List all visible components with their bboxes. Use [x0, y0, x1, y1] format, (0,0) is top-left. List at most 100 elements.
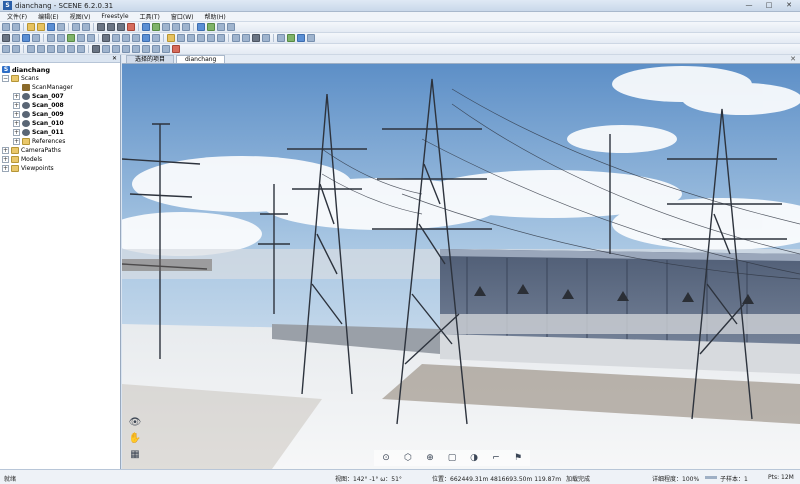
help-icon[interactable]	[197, 23, 205, 31]
refresh-icon[interactable]	[12, 45, 20, 53]
detail-slider[interactable]	[705, 476, 717, 479]
snap-icon[interactable]	[77, 45, 85, 53]
tree-item-scanmanager[interactable]: ScanManager	[2, 83, 120, 92]
list-view-icon[interactable]	[252, 34, 260, 42]
expand-icon[interactable]: +	[13, 93, 20, 100]
correspondence-view-icon[interactable]	[32, 34, 40, 42]
redo-icon[interactable]	[82, 23, 90, 31]
save-icon[interactable]	[47, 23, 55, 31]
orbit-icon[interactable]: ⊙	[378, 451, 394, 465]
group-icon[interactable]	[102, 45, 110, 53]
grid-toggle-icon[interactable]	[232, 34, 240, 42]
properties-icon[interactable]	[182, 23, 190, 31]
expand-icon[interactable]: +	[2, 156, 9, 163]
menu-view[interactable]: 视图(V)	[67, 12, 99, 21]
scale-icon[interactable]	[47, 45, 55, 53]
screenshot-icon[interactable]	[187, 34, 195, 42]
pick-point-icon[interactable]	[57, 34, 65, 42]
grid-icon[interactable]: ▦	[126, 448, 144, 461]
tree-item-scan-011[interactable]: + Scan_011	[2, 128, 120, 137]
tree-item-scan-008[interactable]: + Scan_008	[2, 101, 120, 110]
colorize-icon[interactable]	[172, 23, 180, 31]
layout-icon[interactable]	[217, 23, 225, 31]
info-icon[interactable]	[2, 45, 10, 53]
close-button[interactable]: ✕	[782, 1, 796, 10]
new-project-icon[interactable]	[27, 23, 35, 31]
pen-icon[interactable]	[277, 34, 285, 42]
collapse-icon[interactable]: −	[2, 75, 9, 82]
tree-item-scan-009[interactable]: + Scan_009	[2, 110, 120, 119]
tree-item-workspace[interactable]: S dianchang	[2, 65, 120, 74]
menu-help[interactable]: 帮助(H)	[202, 12, 234, 21]
forward-icon[interactable]	[12, 23, 20, 31]
flag-icon[interactable]: ⚑	[510, 451, 526, 465]
paste-icon[interactable]	[117, 23, 125, 31]
menu-file[interactable]: 文件(F)	[4, 12, 35, 21]
expand-icon[interactable]: +	[13, 129, 20, 136]
unlock-icon[interactable]	[132, 45, 140, 53]
expand-icon[interactable]: +	[2, 165, 9, 172]
copy-icon[interactable]	[107, 23, 115, 31]
menu-window[interactable]: 窗口(W)	[168, 12, 202, 21]
measure-distance-icon[interactable]	[67, 34, 75, 42]
zoom-fit-icon[interactable]	[207, 34, 215, 42]
tree-item-scan-007[interactable]: + Scan_007	[2, 92, 120, 101]
object-icon[interactable]	[92, 45, 100, 53]
panel-close-icon[interactable]: ✕	[112, 55, 117, 62]
align-icon[interactable]	[57, 45, 65, 53]
register-icon[interactable]	[152, 23, 160, 31]
polygon-select-icon[interactable]	[132, 34, 140, 42]
expand-icon[interactable]: +	[13, 102, 20, 109]
isolate-icon[interactable]	[162, 45, 170, 53]
projection-icon[interactable]	[217, 34, 225, 42]
maximize-button[interactable]: □	[762, 1, 776, 10]
3d-viewport[interactable]: 👁 ✋ ▦ ⊙ ⬡ ⊕ ▢ ◑ ⌐ ⚑	[122, 64, 800, 469]
clip-icon[interactable]: ◑	[466, 451, 482, 465]
box-view-icon[interactable]: ▢	[444, 451, 460, 465]
rect-select-icon[interactable]	[122, 34, 130, 42]
flip-icon[interactable]	[67, 45, 75, 53]
tab-close-icon[interactable]: ✕	[790, 55, 796, 63]
tab-dianchang[interactable]: dianchang	[176, 55, 226, 63]
filter-icon[interactable]	[162, 23, 170, 31]
layers-icon[interactable]	[287, 34, 295, 42]
move-icon[interactable]	[27, 45, 35, 53]
show-icon[interactable]	[152, 45, 160, 53]
cut-icon[interactable]	[97, 23, 105, 31]
tree-item-viewpoints[interactable]: + Viewpoints	[2, 164, 120, 173]
cube-view-icon[interactable]: ⬡	[400, 451, 416, 465]
tree-item-models[interactable]: + Models	[2, 155, 120, 164]
menu-edit[interactable]: 编辑(E)	[35, 12, 66, 21]
tab-selected-items[interactable]: 选择的项目	[126, 55, 175, 63]
zoom-icon[interactable]: ⊕	[422, 451, 438, 465]
lock-icon[interactable]	[122, 45, 130, 53]
select-icon[interactable]	[47, 34, 55, 42]
minimize-button[interactable]: —	[742, 1, 756, 10]
remove-icon[interactable]	[172, 45, 180, 53]
navigate-icon[interactable]: ✋	[126, 432, 144, 445]
menu-freestyle[interactable]: Freestyle	[98, 13, 136, 20]
view-options-icon[interactable]	[307, 34, 315, 42]
print-icon[interactable]	[57, 23, 65, 31]
expand-icon[interactable]: +	[13, 120, 20, 127]
scan-import-icon[interactable]	[142, 23, 150, 31]
details-view-icon[interactable]	[262, 34, 270, 42]
measure-icon[interactable]: ⌐	[488, 451, 504, 465]
tree-item-camerapaths[interactable]: + CameraPaths	[2, 146, 120, 155]
3d-view-icon[interactable]	[22, 34, 30, 42]
eye-icon[interactable]: 👁	[126, 416, 144, 429]
clipping-box-icon[interactable]	[102, 34, 110, 42]
table-view-icon[interactable]	[242, 34, 250, 42]
open-folder-icon[interactable]	[37, 23, 45, 31]
lasso-icon[interactable]	[112, 34, 120, 42]
clear-select-icon[interactable]	[152, 34, 160, 42]
planar-view-icon[interactable]	[12, 34, 20, 42]
marker-icon[interactable]	[167, 34, 175, 42]
menu-tools[interactable]: 工具(T)	[137, 12, 168, 21]
ungroup-icon[interactable]	[112, 45, 120, 53]
fit-plane-icon[interactable]	[77, 34, 85, 42]
tree-item-scan-010[interactable]: + Scan_010	[2, 119, 120, 128]
settings-icon[interactable]	[207, 23, 215, 31]
annotation-icon[interactable]	[177, 34, 185, 42]
color-mode-icon[interactable]	[297, 34, 305, 42]
